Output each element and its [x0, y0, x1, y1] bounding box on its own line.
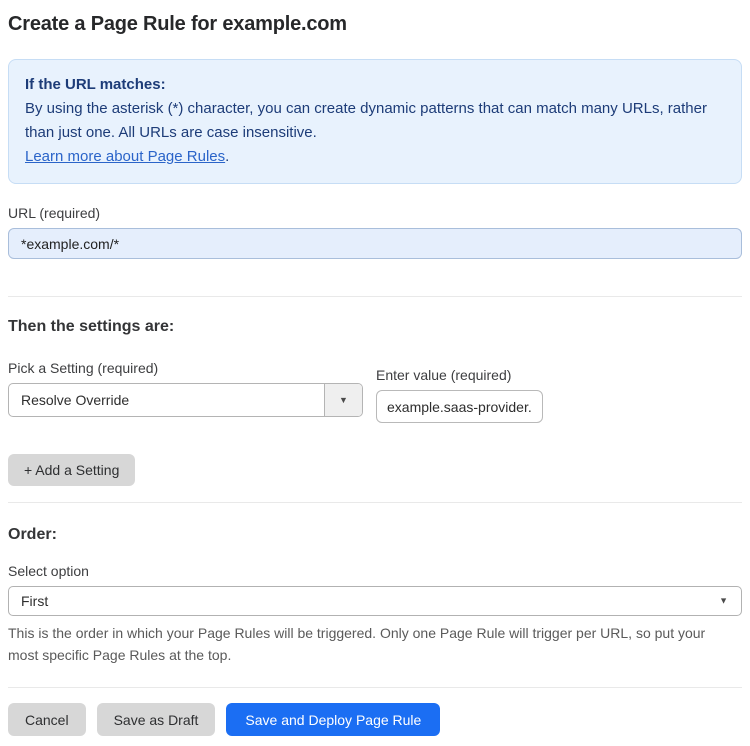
settings-section-heading: Then the settings are:	[8, 318, 175, 335]
setting-value-label: Enter value (required)	[376, 367, 512, 383]
order-select-value: First	[21, 593, 49, 609]
setting-select[interactable]: Resolve Override ▼	[8, 383, 363, 417]
add-setting-button[interactable]: + Add a Setting	[8, 454, 136, 486]
setting-select-value: Resolve Override	[21, 392, 130, 408]
learn-more-link[interactable]: Learn more about Page Rules	[25, 148, 225, 165]
chevron-down-icon: ▼	[339, 394, 348, 405]
url-field-label: URL (required)	[8, 205, 101, 221]
actions-row: Cancel Save as Draft Save and Deploy Pag…	[8, 703, 742, 736]
divider	[8, 687, 742, 688]
setting-value-column: Enter value (required)	[376, 367, 543, 423]
save-and-deploy-button[interactable]: Save and Deploy Page Rule	[226, 703, 441, 736]
save-as-draft-button[interactable]: Save as Draft	[96, 703, 216, 736]
info-box-heading: If the URL matches:	[25, 76, 166, 93]
link-suffix: .	[225, 148, 230, 165]
setting-select-arrow-button[interactable]: ▼	[324, 384, 362, 416]
setting-value-input[interactable]	[376, 390, 543, 423]
order-select-label: Select option	[8, 563, 89, 579]
url-match-info-box: If the URL matches: By using the asteris…	[8, 59, 742, 184]
setting-select-column: Pick a Setting (required) Resolve Overri…	[8, 360, 363, 423]
info-box-body: By using the asterisk (*) character, you…	[25, 100, 707, 141]
create-page-rule-form: Create a Page Rule for example.com If th…	[0, 0, 750, 746]
setting-select-label: Pick a Setting (required)	[8, 360, 159, 376]
divider	[8, 502, 742, 503]
chevron-down-icon: ▼	[719, 595, 728, 606]
cancel-button[interactable]: Cancel	[8, 703, 86, 736]
page-title: Create a Page Rule for example.com	[8, 13, 347, 35]
order-select[interactable]: First ▼	[8, 586, 742, 616]
settings-row: Pick a Setting (required) Resolve Overri…	[8, 360, 742, 423]
url-field-block: URL (required)	[8, 205, 742, 259]
order-help-text: This is the order in which your Page Rul…	[8, 625, 706, 663]
order-section-heading: Order:	[8, 526, 57, 543]
divider	[8, 296, 742, 297]
info-box-link-line: Learn more about Page Rules.	[25, 145, 725, 169]
url-input[interactable]	[8, 228, 742, 259]
